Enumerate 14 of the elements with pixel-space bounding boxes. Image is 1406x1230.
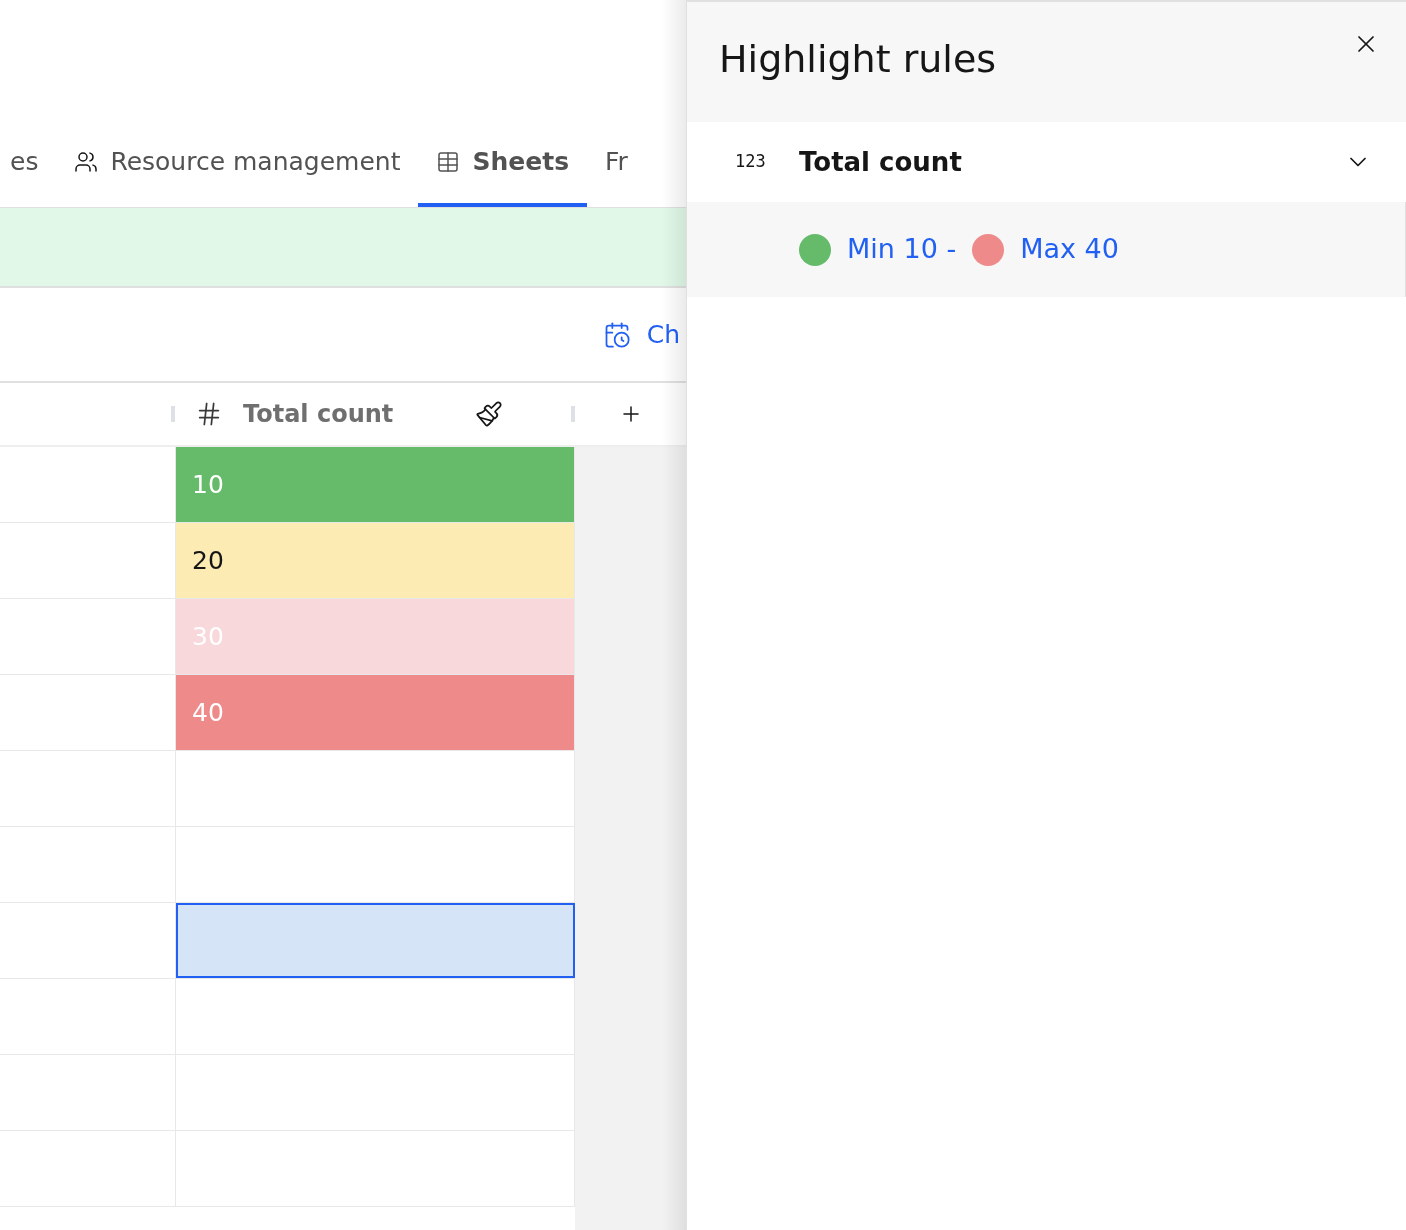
integer-type-icon: 123 bbox=[735, 149, 799, 175]
tab[interactable]: es bbox=[0, 120, 57, 207]
people-icon bbox=[74, 149, 99, 174]
panel-title: Highlight rules bbox=[719, 40, 997, 78]
tab[interactable]: Fr bbox=[587, 120, 646, 207]
tab[interactable]: Resource management bbox=[56, 120, 419, 207]
paintbrush-icon[interactable] bbox=[475, 400, 503, 428]
range-label[interactable]: Max 40 bbox=[1020, 229, 1119, 270]
table-icon bbox=[436, 149, 461, 174]
toolbar-button[interactable]: Ch bbox=[602, 315, 680, 354]
table-cell[interactable]: 20 bbox=[176, 523, 575, 598]
table-cell[interactable] bbox=[176, 903, 575, 978]
column-header[interactable]: Total count bbox=[175, 383, 571, 445]
range-label[interactable]: Min 10 - bbox=[847, 229, 957, 270]
